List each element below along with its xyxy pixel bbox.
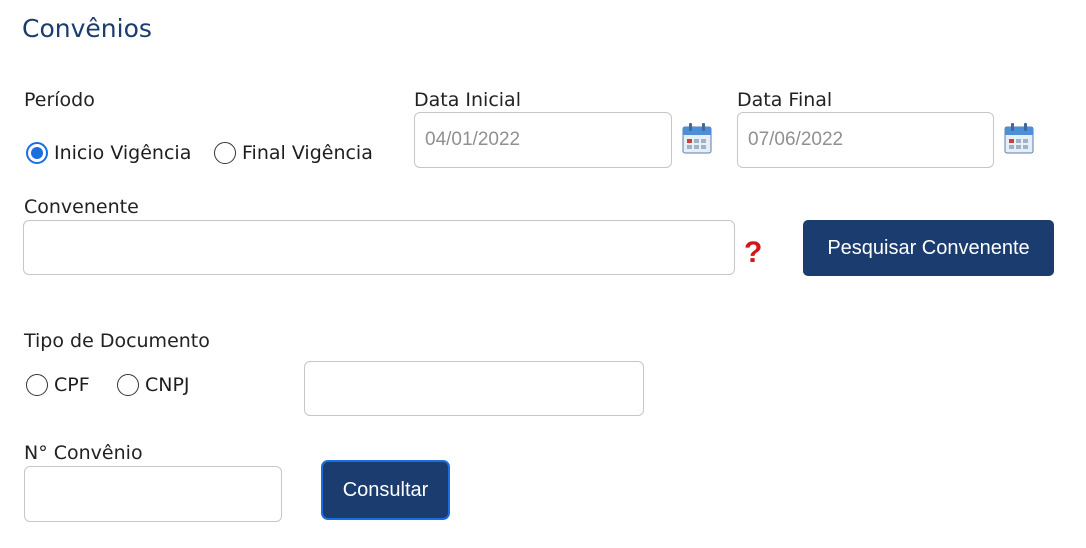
convenente-label: Convenente	[24, 196, 139, 218]
convenio-input[interactable]	[24, 466, 282, 522]
data-final-label: Data Final	[737, 89, 833, 111]
radio-button[interactable]	[117, 374, 139, 396]
radio-label: CPF	[54, 374, 90, 396]
question-mark-icon[interactable]: ?	[744, 236, 762, 270]
radio-inicio-vigencia[interactable]: Inicio Vigência	[26, 142, 191, 164]
data-inicial-input[interactable]: 04/01/2022	[414, 112, 672, 168]
calendar-icon[interactable]	[1004, 122, 1034, 154]
calendar-icon[interactable]	[682, 122, 712, 154]
page-title: Convênios	[22, 14, 152, 43]
documento-input[interactable]	[304, 361, 644, 416]
radio-cnpj[interactable]: CNPJ	[117, 374, 190, 396]
data-final-input[interactable]: 07/06/2022	[737, 112, 994, 168]
pesquisar-convenente-button[interactable]: Pesquisar Convenente	[803, 220, 1054, 276]
radio-label: Final Vigência	[242, 142, 373, 164]
periodo-label: Período	[24, 89, 95, 111]
convenente-input[interactable]	[23, 220, 735, 275]
radio-label: Inicio Vigência	[54, 142, 192, 164]
radio-label: CNPJ	[145, 374, 190, 396]
radio-button-checked[interactable]	[26, 142, 48, 164]
radio-button[interactable]	[26, 374, 48, 396]
consultar-button[interactable]: Consultar	[323, 462, 448, 518]
radio-cpf[interactable]: CPF	[26, 374, 90, 396]
radio-final-vigencia[interactable]: Final Vigência	[214, 142, 373, 164]
data-inicial-label: Data Inicial	[414, 89, 521, 111]
convenio-label: N° Convênio	[24, 442, 143, 464]
radio-button[interactable]	[214, 142, 236, 164]
tipo-documento-label: Tipo de Documento	[24, 330, 210, 352]
